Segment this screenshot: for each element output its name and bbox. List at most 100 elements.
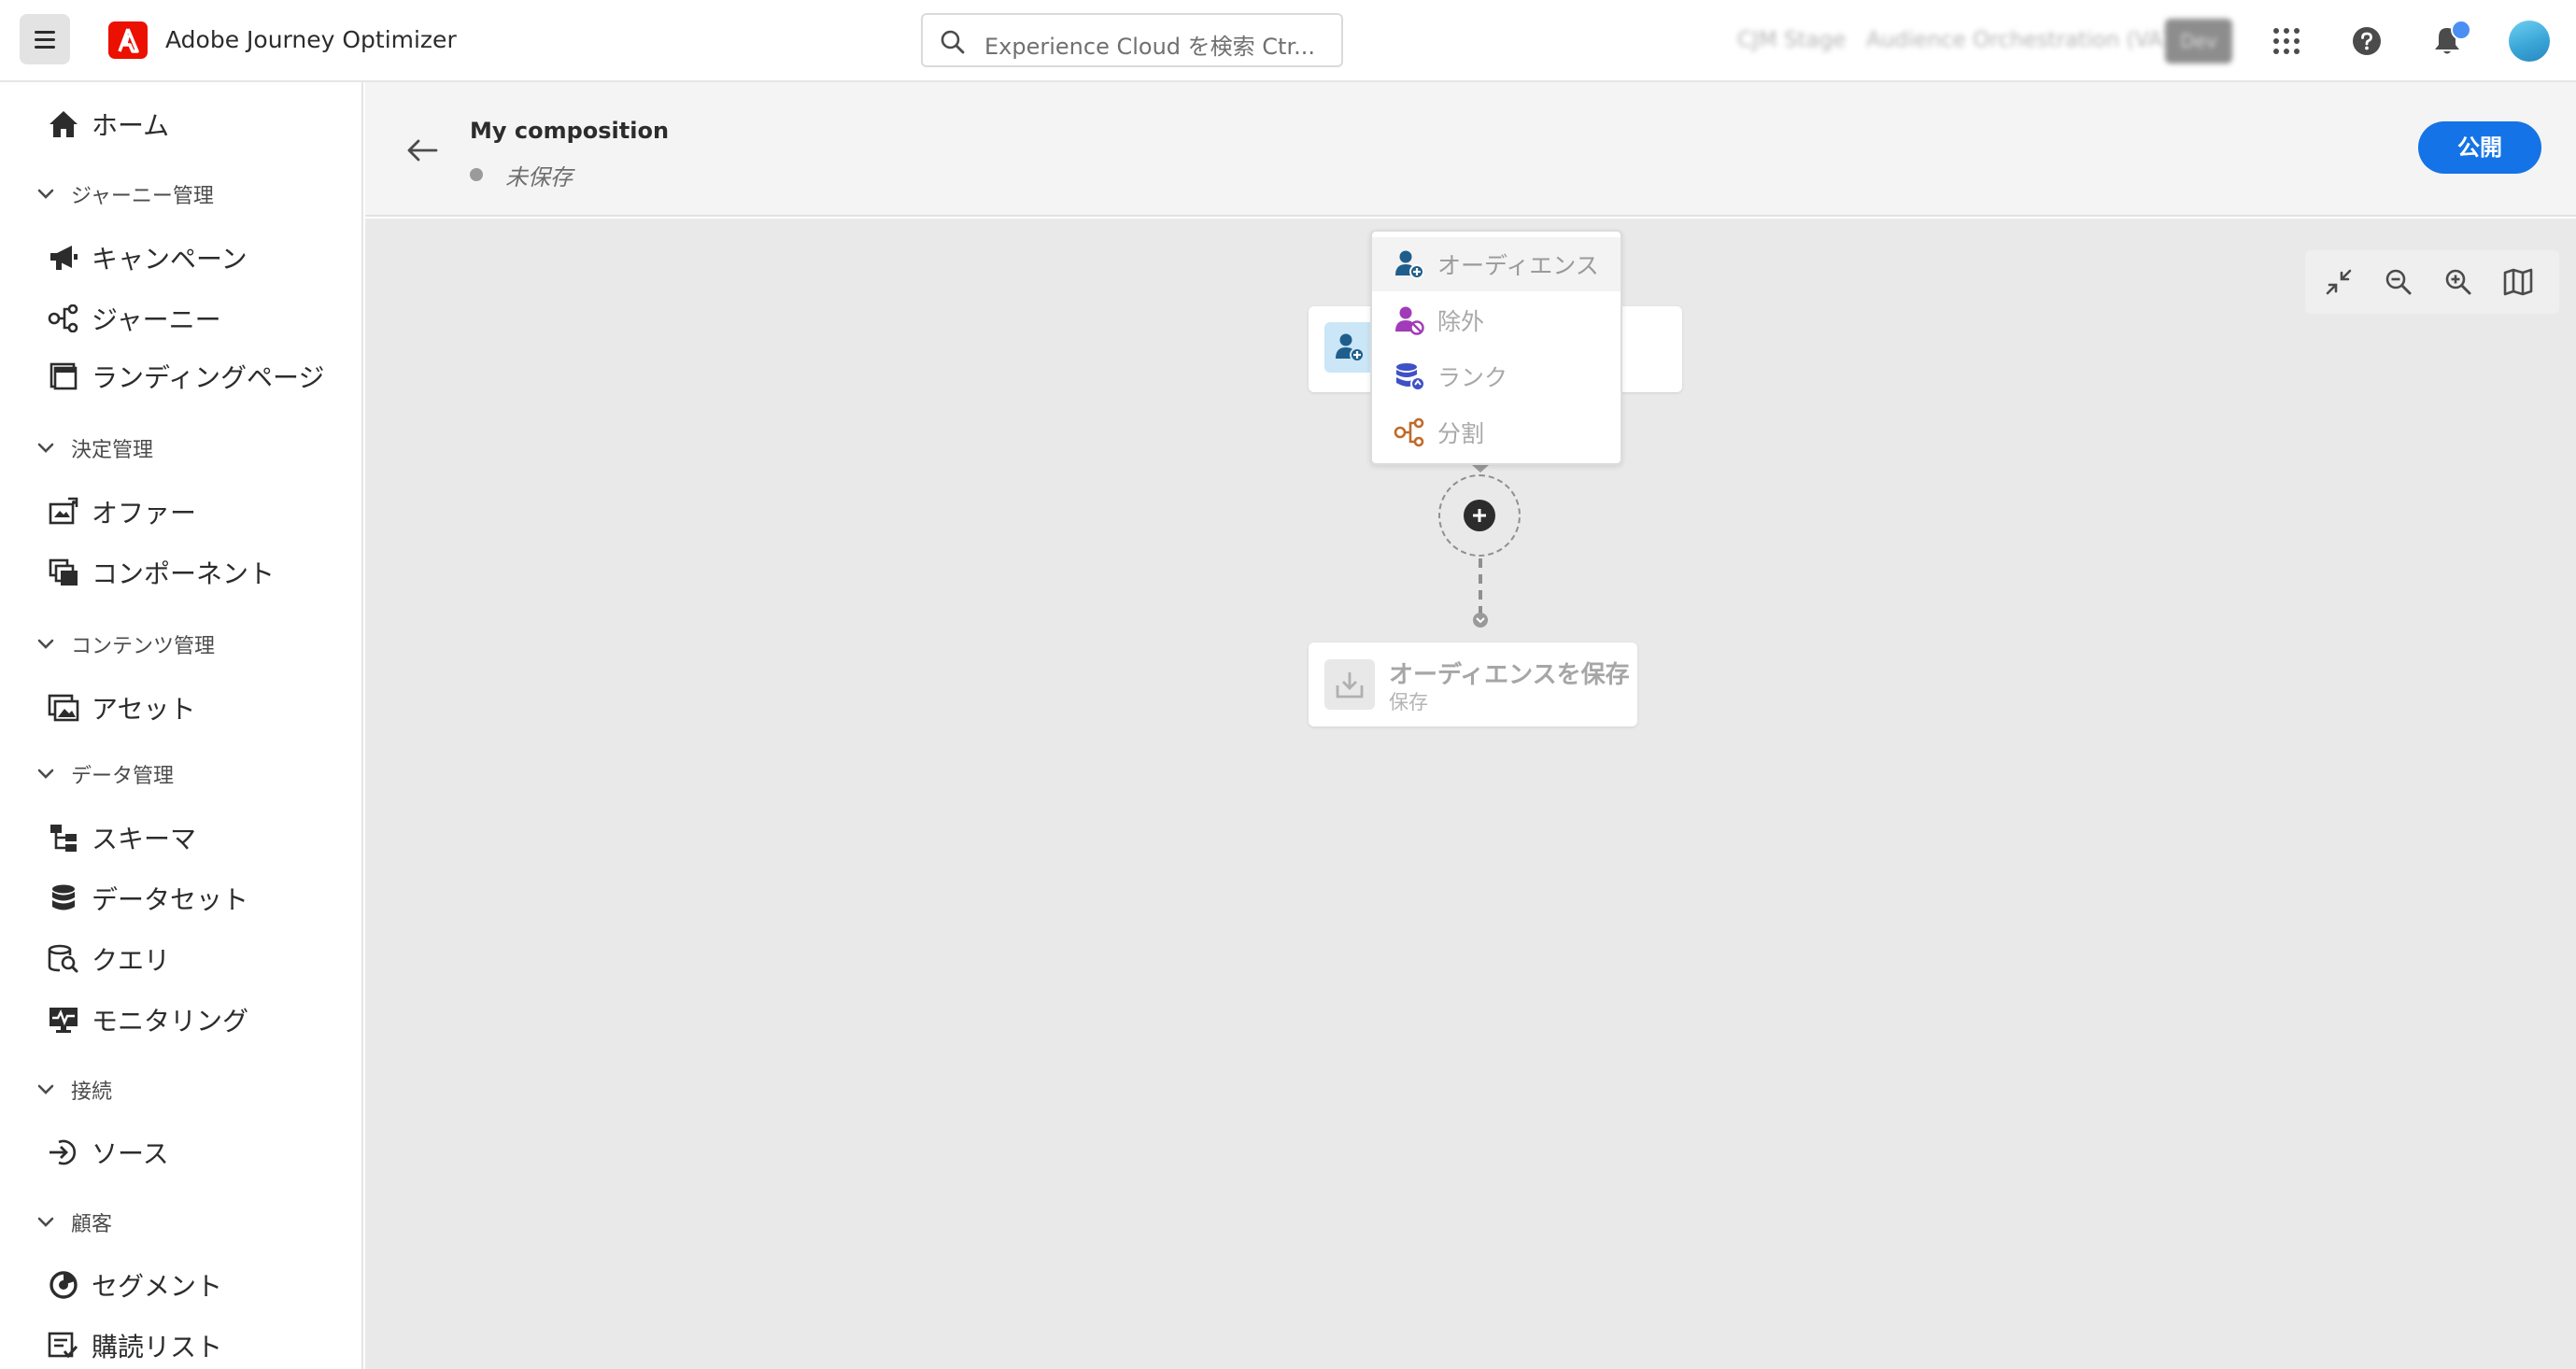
minimap-icon[interactable] [2498, 261, 2539, 303]
chevron-down-icon [35, 438, 56, 459]
sandbox-label[interactable]: CJM Stage [1737, 28, 1846, 52]
sidebar-item-datasets[interactable]: データセット [45, 875, 248, 922]
sidebar-item-components[interactable]: コンポーネント [45, 549, 275, 596]
status-label: 未保存 [505, 164, 573, 191]
menu-item-label: 除外 [1437, 308, 1485, 335]
user-avatar[interactable] [2509, 21, 2550, 62]
assets-icon [45, 689, 82, 727]
offer-icon [45, 493, 82, 530]
sidebar-item-home[interactable]: ホーム [45, 101, 169, 148]
save-audience-node[interactable]: オーディエンスを保存 保存 [1309, 642, 1637, 727]
sidebar-item-offers[interactable]: オファー [45, 488, 196, 535]
notification-badge [2451, 20, 2471, 40]
sidebar-group-label: ジャーニー管理 [71, 185, 214, 208]
sidebar-group-label: データ管理 [71, 765, 175, 788]
menu-item-rank[interactable]: ランク [1372, 349, 1621, 403]
segment-icon [45, 1266, 82, 1304]
page-title: My composition [470, 118, 670, 144]
menu-item-label: オーディエンス [1437, 252, 1599, 279]
sources-icon [45, 1134, 82, 1171]
dashed-connector [1473, 558, 1488, 628]
sidebar-group-content-management[interactable]: コンテンツ管理 [35, 626, 215, 663]
plus-icon [1464, 500, 1495, 531]
chevron-down-icon [35, 184, 56, 205]
zoom-in-icon[interactable] [2438, 261, 2479, 303]
sidebar-item-label: コンポーネント [92, 558, 276, 589]
landing-page-icon [45, 358, 82, 395]
sidebar-item-label: ソース [92, 1138, 169, 1169]
sidebar-item-label: モニタリング [92, 1006, 249, 1037]
split-icon [1393, 416, 1426, 449]
sidebar-group-journey-management[interactable]: ジャーニー管理 [35, 176, 214, 213]
sidebar-item-label: ジャーニー [92, 304, 221, 335]
composition-canvas[interactable]: オーディエンスを保存 保存 オーディエンス 除外 ランク 分割 [365, 219, 2576, 1369]
subscription-list-icon [45, 1327, 82, 1364]
sidebar-group-label: 決定管理 [71, 439, 154, 462]
help-icon[interactable] [2346, 21, 2387, 62]
sidebar-group-label: 接続 [71, 1080, 113, 1104]
schema-icon [45, 819, 82, 856]
sidebar-item-journeys[interactable]: ジャーニー [45, 295, 221, 342]
sidebar-item-campaigns[interactable]: キャンペーン [45, 234, 248, 281]
search-field[interactable]: Experience Cloud を検索 Ctr... [921, 13, 1343, 67]
monitoring-icon [45, 1001, 82, 1038]
exclude-icon [1393, 303, 1426, 337]
sidebar-group-customers[interactable]: 顧客 [35, 1204, 112, 1241]
org-name[interactable]: Audience Orchestration (VA7) [1866, 28, 2185, 52]
sidebar-item-landing-pages[interactable]: ランディングページ [45, 353, 324, 400]
components-icon [45, 554, 82, 591]
chevron-down-icon [35, 1080, 56, 1100]
chevron-down-icon [35, 1212, 56, 1233]
env-badge[interactable]: Dev [2165, 19, 2232, 64]
adobe-logo-icon[interactable] [108, 21, 148, 59]
apps-grid-icon[interactable] [2266, 21, 2307, 62]
sidebar-item-label: キャンペーン [92, 244, 248, 275]
menu-item-split[interactable]: 分割 [1372, 405, 1621, 459]
sidebar-item-label: クエリ [92, 945, 171, 976]
sidebar-group-label: コンテンツ管理 [71, 635, 216, 658]
sidebar-item-label: データセット [92, 884, 249, 915]
sidebar-item-label: オファー [92, 498, 197, 529]
publish-button[interactable]: 公開 [2418, 121, 2541, 174]
sidebar-item-subscription-lists[interactable]: 購読リスト [45, 1322, 222, 1369]
sidebar-group-data-management[interactable]: データ管理 [35, 755, 174, 793]
sidebar-item-segments[interactable]: セグメント [45, 1262, 222, 1308]
dataset-icon [45, 880, 82, 917]
zoom-out-icon[interactable] [2378, 261, 2419, 303]
sidebar-item-queries[interactable]: クエリ [45, 936, 170, 982]
sidebar-item-assets[interactable]: アセット [45, 684, 195, 731]
sidebar: ホーム ジャーニー管理 キャンペーン ジャーニー ランディングページ 決定管理 … [0, 82, 363, 1369]
sidebar-item-sources[interactable]: ソース [45, 1129, 169, 1176]
sidebar-group-label: 顧客 [71, 1213, 113, 1236]
back-arrow-icon[interactable] [401, 129, 444, 172]
zoom-toolbar [2305, 250, 2559, 314]
save-download-icon [1324, 659, 1375, 710]
sidebar-group-connections[interactable]: 接続 [35, 1071, 112, 1108]
menu-item-label: 分割 [1437, 420, 1485, 447]
audience-add-icon [1393, 247, 1426, 281]
query-icon [45, 940, 82, 978]
menu-item-exclude[interactable]: 除外 [1372, 293, 1621, 347]
chevron-down-icon [35, 634, 56, 655]
sidebar-item-label: スキーマ [92, 824, 197, 854]
composition-header: My composition 未保存 公開 [365, 82, 2576, 217]
audience-add-icon [1324, 322, 1375, 373]
sidebar-item-label: 購読リスト [92, 1332, 223, 1362]
menu-item-audience[interactable]: オーディエンス [1372, 237, 1621, 291]
search-placeholder: Experience Cloud を検索 Ctr... [984, 34, 1315, 60]
hamburger-menu-button[interactable] [20, 14, 70, 64]
chevron-down-icon [35, 764, 56, 784]
home-icon [45, 106, 82, 143]
sidebar-item-schemas[interactable]: スキーマ [45, 814, 196, 861]
journey-icon [45, 300, 82, 337]
app-title[interactable]: Adobe Journey Optimizer [165, 26, 457, 53]
rank-icon [1393, 360, 1426, 393]
menu-item-label: ランク [1437, 364, 1508, 391]
sidebar-item-label: ランディングページ [92, 362, 325, 393]
fit-to-screen-icon[interactable] [2318, 261, 2359, 303]
sidebar-group-decision-management[interactable]: 決定管理 [35, 430, 153, 467]
sidebar-item-monitoring[interactable]: モニタリング [45, 996, 248, 1043]
search-icon [941, 30, 965, 54]
add-activity-button[interactable] [1438, 474, 1521, 557]
save-node-subtitle: 保存 [1389, 691, 1428, 713]
